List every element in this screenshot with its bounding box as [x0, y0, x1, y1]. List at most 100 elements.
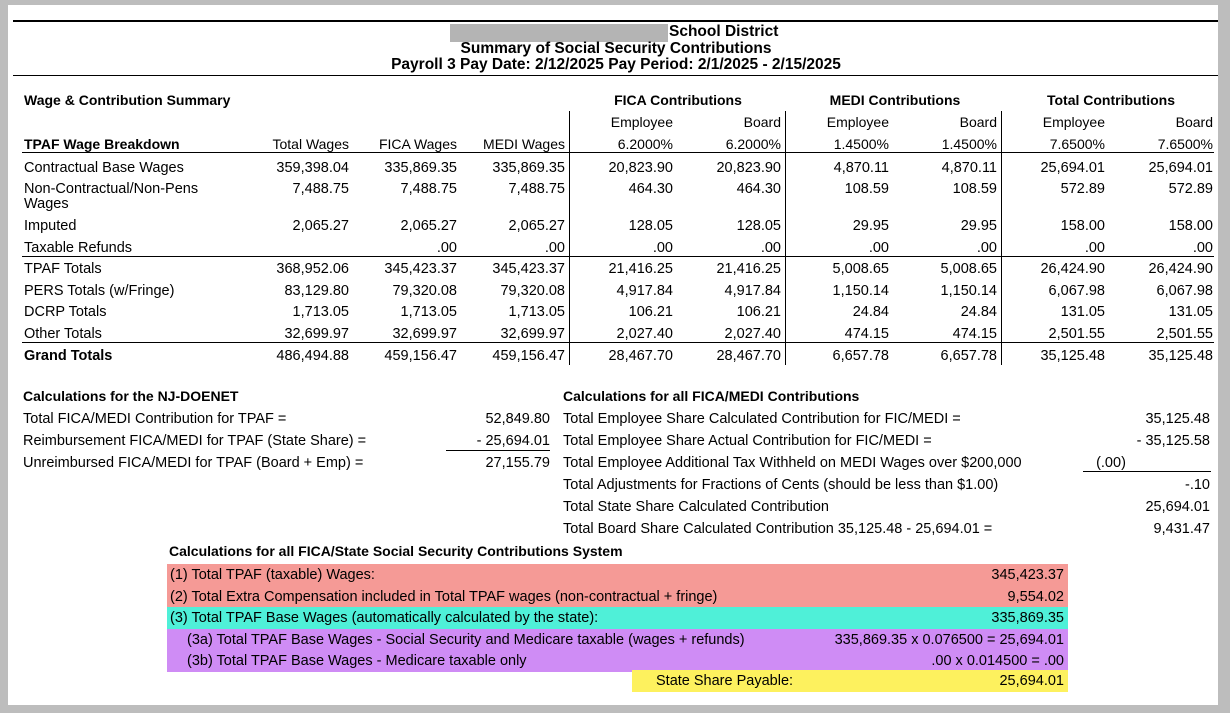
table-cell: 128.05: [628, 218, 673, 234]
summary-section-title: Wage & Contribution Summary: [24, 92, 231, 108]
table-cell: 1,713.05: [400, 304, 457, 320]
state-ss-band: (3) Total TPAF Base Wages (automatically…: [167, 607, 1068, 629]
fica-medi-label: Total Employee Share Actual Contribution…: [563, 433, 932, 449]
table-cell: .00: [868, 240, 889, 256]
table-cell: 335,869.35: [492, 160, 565, 176]
table-cell: 4,870.11: [941, 160, 997, 176]
state-ss-label: (1) Total TPAF (taxable) Wages:: [170, 567, 375, 583]
table-cell: 106.21: [736, 304, 781, 320]
table-cell: 35,125.48: [1148, 348, 1213, 364]
table-cell: 28,467.70: [716, 348, 781, 364]
table-cell: 26,424.90: [1148, 261, 1213, 277]
table-cell: 21,416.25: [608, 261, 673, 277]
table-row: TPAF Totals 368,952.06 345,423.37 345,423.3…: [8, 259, 1218, 279]
state-ss-title: Calculations for all FICA/State Social S…: [169, 543, 623, 559]
table-cell: 128.05: [736, 218, 781, 234]
table-cell: 24.84: [852, 304, 889, 320]
table-row: DCRP Totals 1,713.05 1,713.05 1,713.05 106.2…: [8, 302, 1218, 322]
table-cell: .00: [760, 240, 781, 256]
state-ss-band: (3b) Total TPAF Base Wages - Medicare ta…: [167, 650, 1068, 672]
table-cell: 32,699.97: [284, 326, 349, 342]
table-cell: 32,699.97: [500, 326, 565, 342]
table-row: Taxable Refunds .00 .00 .00 .00 .00 .00 .00 .00: [8, 238, 1218, 258]
doenet-label: Reimbursement FICA/MEDI for TPAF (State …: [23, 433, 367, 449]
table-cell: 20,823.90: [716, 160, 781, 176]
table-cell: 32,699.97: [392, 326, 457, 342]
total-group-header: Total Contributions: [1046, 92, 1176, 108]
fica-medi-label: Total Employee Share Calculated Contribu…: [563, 411, 961, 427]
fica-medi-sum-rule: [1083, 471, 1211, 472]
table-cell: 2,501.55: [1156, 326, 1213, 342]
doenet-label: Unreimbursed FICA/MEDI for TPAF (Board +…: [23, 455, 364, 471]
fica-group-header: FICA Contributions: [614, 92, 742, 108]
doenet-value: - 25,694.01: [476, 433, 550, 449]
document-page: School District Summary of Social Securi…: [8, 5, 1218, 705]
table-cell: 572.89: [1168, 181, 1213, 197]
state-ss-label: (3) Total TPAF Base Wages (automatically…: [170, 610, 599, 626]
table-cell: 1,150.14: [832, 283, 889, 299]
table-row: Contractual Base Wages 359,398.04 335,869.…: [8, 158, 1218, 178]
fica-medi-title: Calculations for all FICA/MEDI Contribut…: [563, 388, 860, 404]
row-label: Other Totals: [24, 326, 102, 342]
doenet-value: 27,155.79: [485, 455, 550, 471]
table-cell: 1,713.05: [292, 304, 349, 320]
table-cell: 79,320.08: [392, 283, 457, 299]
state-ss-band: (3a) Total TPAF Base Wages - Social Secu…: [167, 628, 1068, 651]
table-cell: 6,067.98: [1156, 283, 1213, 299]
table-cell: 35,125.48: [1040, 348, 1105, 364]
table-cell: 4,917.84: [616, 283, 673, 299]
column-header: 7.6500%: [1157, 136, 1213, 152]
report-title: Summary of Social Security Contributions: [460, 40, 772, 57]
table-cell: 20,823.90: [608, 160, 673, 176]
state-ss-value: 345,423.37: [991, 567, 1064, 583]
fica-medi-label: Total Employee Additional Tax Withheld o…: [563, 455, 1022, 471]
fica-medi-value: 35,125.48: [1145, 411, 1210, 427]
table-cell: 464.30: [736, 181, 781, 197]
doenet-value: 52,849.80: [485, 411, 550, 427]
column-header-rule: [22, 152, 1214, 153]
fica-medi-value: (.00): [1096, 455, 1126, 471]
fica-medi-label: Total Board Share Calculated Contributio…: [563, 521, 993, 537]
table-cell: 368,952.06: [276, 261, 349, 277]
table-cell: 572.89: [1060, 181, 1105, 197]
table-cell: 2,065.27: [400, 218, 457, 234]
table-cell: 7,488.75: [508, 181, 565, 197]
doenet-label: Total FICA/MEDI Contribution for TPAF =: [23, 411, 287, 427]
table-cell: 158.00: [1060, 218, 1105, 234]
table-cell: 83,129.80: [284, 283, 349, 299]
state-ss-label: (2) Total Extra Compensation included in…: [170, 588, 718, 605]
column-header: MEDI Wages: [483, 136, 565, 152]
table-cell: 2,027.40: [724, 326, 781, 342]
medi-group-header: MEDI Contributions: [829, 92, 961, 108]
row-label-continued: Wages: [24, 196, 69, 212]
row-label: Grand Totals: [24, 348, 113, 364]
state-ss-band: (2) Total Extra Compensation included in…: [167, 585, 1068, 608]
column-header-label: TPAF Wage Breakdown: [24, 136, 180, 152]
table-cell: 1,150.14: [940, 283, 997, 299]
table-cell: 6,067.98: [1048, 283, 1105, 299]
fica-medi-value: -.10: [1185, 477, 1210, 493]
state-ss-value: .00 x 0.014500 = .00: [931, 653, 1064, 669]
table-cell: 459,156.47: [384, 348, 457, 364]
fica-medi-value: 9,431.47: [1153, 521, 1210, 537]
state-ss-value: 9,554.02: [1007, 588, 1064, 605]
table-cell: .00: [1084, 240, 1105, 256]
table-cell: 2,027.40: [616, 326, 673, 342]
table-cell: .00: [976, 240, 997, 256]
state-ss-label: (3a) Total TPAF Base Wages - Social Secu…: [187, 631, 745, 648]
table-cell: 2,065.27: [292, 218, 349, 234]
table-cell: 131.05: [1060, 304, 1105, 320]
column-header: 6.2000%: [617, 136, 673, 152]
contribution-sub-header: Employee: [610, 114, 673, 130]
table-row: PERS Totals (w/Fringe) 83,129.80 79,320.08…: [8, 281, 1218, 301]
table-cell: 26,424.90: [1040, 261, 1105, 277]
table-cell: 29.95: [960, 218, 997, 234]
contribution-sub-header: Board: [959, 114, 997, 130]
table-cell: .00: [436, 240, 457, 256]
fica-medi-label: Total Adjustments for Fractions of Cents…: [563, 477, 999, 493]
state-ss-value: 335,869.35: [991, 610, 1064, 626]
table-cell: 28,467.70: [608, 348, 673, 364]
table-cell: 21,416.25: [716, 261, 781, 277]
contribution-sub-header: Employee: [1042, 114, 1105, 130]
table-cell: 79,320.08: [500, 283, 565, 299]
